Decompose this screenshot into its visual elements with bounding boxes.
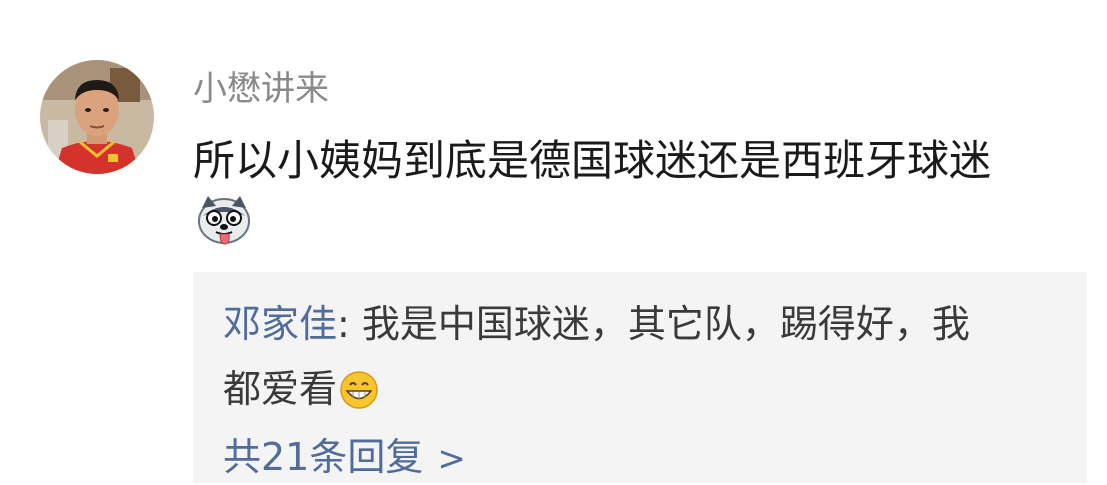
husky-tongue-emoji-icon [194,194,254,246]
grinning-face-emoji-icon [339,370,379,410]
reply-preview-box[interactable]: 邓家佳: 我是中国球迷，其它队，踢得好，我 都爱看 共21条回复 > [193,272,1087,483]
reply-separator: : [337,302,362,346]
avatar-photo [40,60,154,174]
reply-text: 我是中国球迷，其它队，踢得好，我 [361,302,970,346]
reply-text-line: 邓家佳: 我是中国球迷，其它队，踢得好，我 [223,298,970,350]
reply-author[interactable]: 邓家佳 [223,302,337,346]
chevron-right-icon: > [437,439,466,479]
avatar[interactable] [40,60,154,174]
reply-count-label: 共21条回复 [223,435,424,479]
view-replies-link[interactable]: 共21条回复 > [223,431,466,485]
reply-text-line: 都爱看 [223,363,379,415]
comment-text: 所以小姨妈到底是德国球迷还是西班牙球迷 [193,136,992,185]
reply-text: 都爱看 [223,367,338,411]
comment-item: 小懋讲来 所以小姨妈到底是德国球迷还是西班牙球迷 邓家佳: 我是中国球迷，其它队… [0,0,1107,483]
comment-username[interactable]: 小懋讲来 [193,66,329,112]
